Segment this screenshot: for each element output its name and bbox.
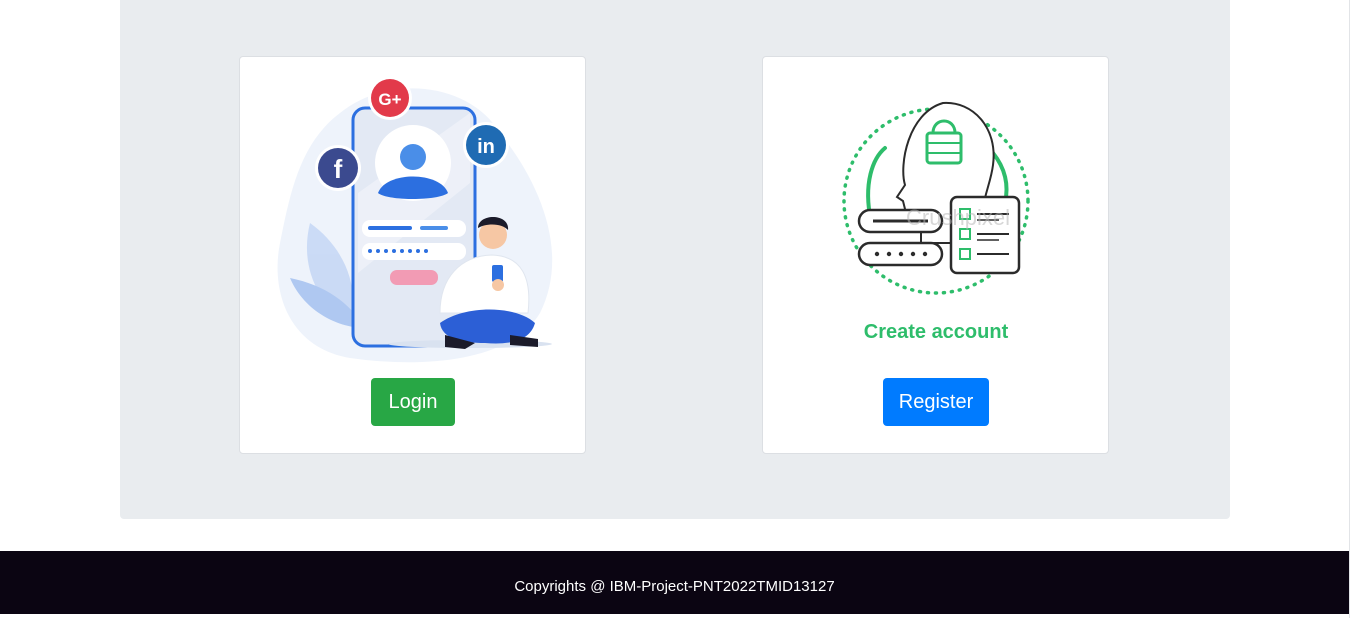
login-illustration: G+ f in [277,76,553,363]
svg-text:G+: G+ [378,90,401,109]
facebook-icon: f [315,145,361,191]
create-account-caption: Create account [864,321,1009,343]
footer-copyright: Copyrights @ IBM-Project-PNT2022TMID1312… [514,578,835,595]
register-illustration: Crushpixel Create account [842,101,1030,343]
scrollbar[interactable] [1349,0,1355,618]
register-card: Crushpixel Create account Register [762,56,1109,454]
register-button[interactable]: Register [883,378,989,426]
svg-text:f: f [334,154,343,184]
linkedin-icon: in [463,122,509,168]
watermark: Crushpixel [906,205,1010,230]
login-card: G+ f in Login [239,56,586,454]
footer: Copyrights @ IBM-Project-PNT2022TMID1312… [0,551,1349,614]
login-button[interactable]: Login [371,378,455,426]
google-plus-icon: G+ [368,76,412,120]
page: G+ f in Login Crushpixel Create account … [0,0,1355,618]
svg-text:in: in [477,136,495,158]
